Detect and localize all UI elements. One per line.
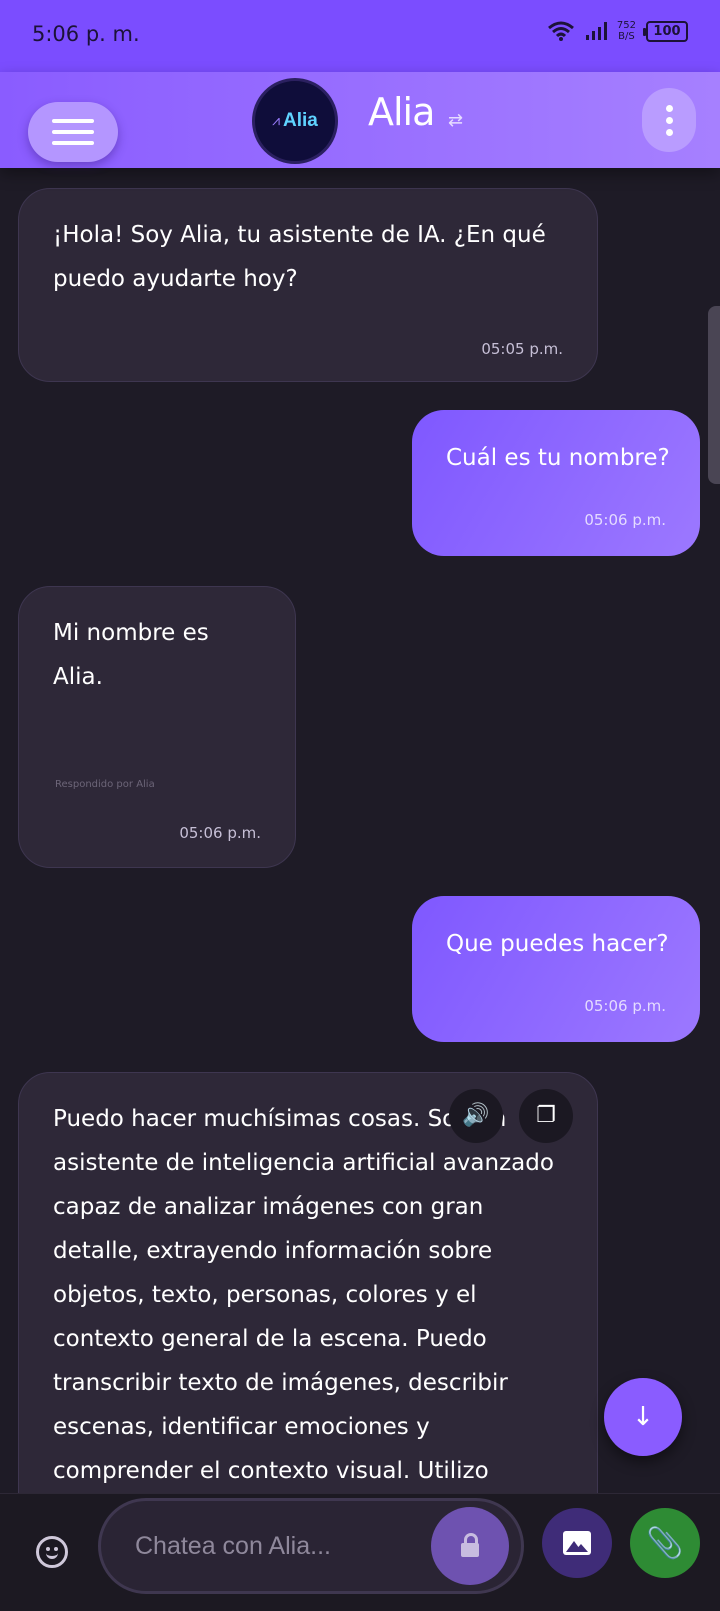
user-message: Cuál es tu nombre? 05:06 p.m. — [412, 410, 700, 556]
lock-icon — [461, 1533, 479, 1557]
more-dot — [665, 116, 673, 124]
message-text: Que puedes hacer? — [446, 931, 669, 957]
status-bar: 5:06 p. m. 752 B/S 100 — [0, 0, 720, 72]
emoji-icon[interactable] — [36, 1536, 68, 1568]
copy-button[interactable]: ❐ — [519, 1089, 573, 1143]
attach-button[interactable]: 📎 — [630, 1508, 700, 1578]
net-speed-unit: B/S — [618, 31, 635, 42]
message-text: Puedo hacer muchísimas cosas. Soy un asi… — [53, 1106, 554, 1528]
bot-message: Mi nombre es Alia. Respondido por Alia 0… — [18, 586, 296, 868]
message-text: Cuál es tu nombre? — [446, 445, 670, 471]
status-time: 5:06 p. m. — [32, 22, 140, 46]
more-dot — [665, 128, 673, 136]
avatar[interactable]: ⩘ Alia — [252, 78, 338, 164]
image-icon — [563, 1531, 591, 1555]
net-speed: 752 B/S — [617, 20, 636, 42]
chat-header: ⩘ Alia Alia ⇄ — [0, 72, 720, 168]
attach-icon: 📎 — [646, 1525, 684, 1561]
message-text: ¡Hola! Soy Alia, tu asistente de IA. ¿En… — [53, 222, 546, 292]
arrow-down-icon: ↓ — [632, 1402, 654, 1432]
scroll-to-bottom-button[interactable]: ↓ — [604, 1378, 682, 1456]
message-time: 05:06 p.m. — [584, 511, 666, 529]
message-input-wrapper — [98, 1498, 524, 1594]
message-time: 05:05 p.m. — [481, 340, 563, 358]
wifi-icon — [547, 21, 574, 41]
swap-icon[interactable]: ⇄ — [448, 110, 463, 131]
net-speed-value: 752 — [616, 20, 636, 31]
more-options-button[interactable] — [642, 88, 696, 152]
battery-level: 100 — [653, 23, 681, 39]
lock-button[interactable] — [431, 1507, 509, 1585]
battery-icon: 100 — [643, 20, 688, 42]
status-icons: 752 B/S 100 — [547, 20, 688, 42]
speaker-icon: 🔊 — [462, 1103, 490, 1128]
message-time: 05:06 p.m. — [584, 997, 666, 1015]
menu-icon-line — [52, 130, 94, 134]
speak-button[interactable]: 🔊 — [449, 1089, 503, 1143]
bot-message: Puedo hacer muchísimas cosas. Soy un asi… — [18, 1072, 598, 1552]
side-drawer-handle[interactable] — [708, 306, 720, 484]
more-dot — [665, 104, 673, 112]
message-time: 05:06 p.m. — [179, 824, 261, 842]
chat-title: Alia — [368, 90, 435, 134]
emoji-mouth — [46, 1552, 58, 1559]
menu-icon-line — [52, 119, 94, 123]
message-footnote: Respondido por Alia — [55, 779, 155, 790]
message-text: Mi nombre es Alia. — [53, 620, 209, 690]
signal-icon — [585, 22, 607, 40]
menu-icon-line — [52, 141, 94, 145]
message-input[interactable] — [135, 1525, 415, 1567]
image-upload-button[interactable] — [542, 1508, 612, 1578]
avatar-text: Alia — [283, 110, 318, 131]
menu-button[interactable] — [28, 102, 118, 162]
bot-message: ¡Hola! Soy Alia, tu asistente de IA. ¿En… — [18, 188, 598, 382]
copy-icon: ❐ — [536, 1103, 556, 1128]
user-message: Que puedes hacer? 05:06 p.m. — [412, 896, 700, 1042]
alia-logo-icon: ⩘ — [272, 113, 281, 129]
message-composer: 📎 — [0, 1493, 720, 1611]
